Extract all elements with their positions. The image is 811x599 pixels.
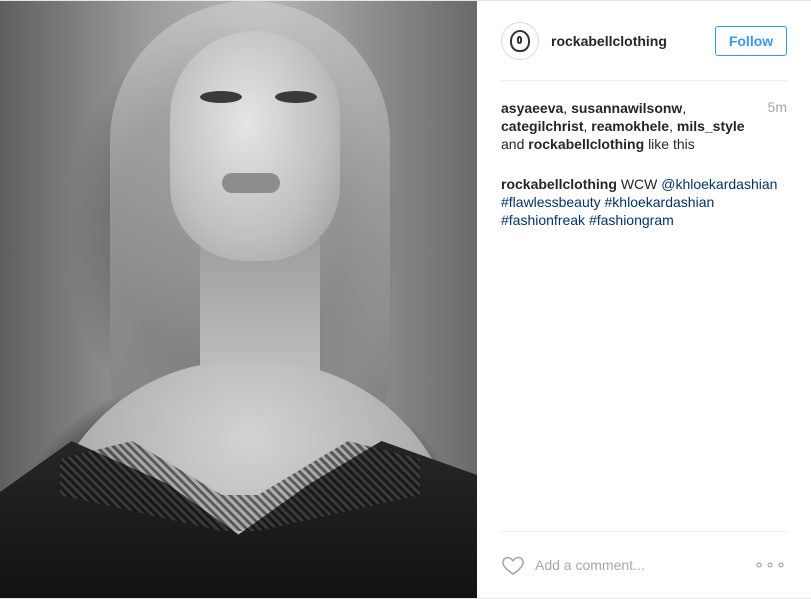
photo-lips (222, 173, 280, 193)
caption-mention-link[interactable]: @khloekardashian (661, 176, 777, 192)
like-user-link[interactable]: asyaeeva (501, 100, 563, 116)
photo-eye-left (200, 91, 242, 103)
hashtag-link[interactable]: #fashiongram (589, 212, 674, 228)
like-user-link[interactable]: rockabellclothing (528, 136, 644, 152)
like-user-link[interactable]: reamokhele (591, 118, 669, 134)
like-user-link[interactable]: categilchrist (501, 118, 583, 134)
likes-list: asyaeeva, susannawilsonw, categilchrist,… (501, 100, 745, 152)
comment-input[interactable]: Add a comment... (535, 557, 754, 573)
caption-text: WCW (620, 176, 658, 192)
post-footer: Add a comment... ∘∘∘ (501, 531, 787, 598)
post-caption: rockabellclothing WCW @khloekardashian #… (501, 175, 787, 229)
more-options-icon[interactable]: ∘∘∘ (754, 555, 787, 575)
hashtag-link[interactable]: #fashionfreak (501, 212, 585, 228)
caption-author-link[interactable]: rockabellclothing (501, 176, 617, 192)
likes-suffix: like this (648, 136, 695, 152)
post-header: rockabellclothing Follow (501, 1, 787, 81)
post-timestamp[interactable]: 5m (768, 99, 787, 115)
post-sidebar: rockabellclothing Follow asyaeeva, susan… (477, 1, 811, 598)
username-link[interactable]: rockabellclothing (551, 33, 667, 49)
avatar[interactable] (501, 21, 539, 60)
instagram-post: rockabellclothing Follow asyaeeva, susan… (0, 0, 811, 599)
likes-and-text: and (501, 136, 525, 152)
hashtag-link[interactable]: #flawlessbeauty (501, 194, 601, 210)
photo-face (170, 31, 340, 261)
rockabell-logo-icon (510, 29, 530, 52)
hashtag-link[interactable]: #khloekardashian (605, 194, 715, 210)
like-user-link[interactable]: susannawilsonw (571, 100, 682, 116)
heart-icon[interactable] (501, 553, 525, 577)
like-user-link[interactable]: mils_style (677, 118, 745, 134)
post-photo[interactable] (0, 1, 477, 598)
follow-button[interactable]: Follow (715, 25, 787, 56)
photo-eye-right (275, 91, 317, 103)
